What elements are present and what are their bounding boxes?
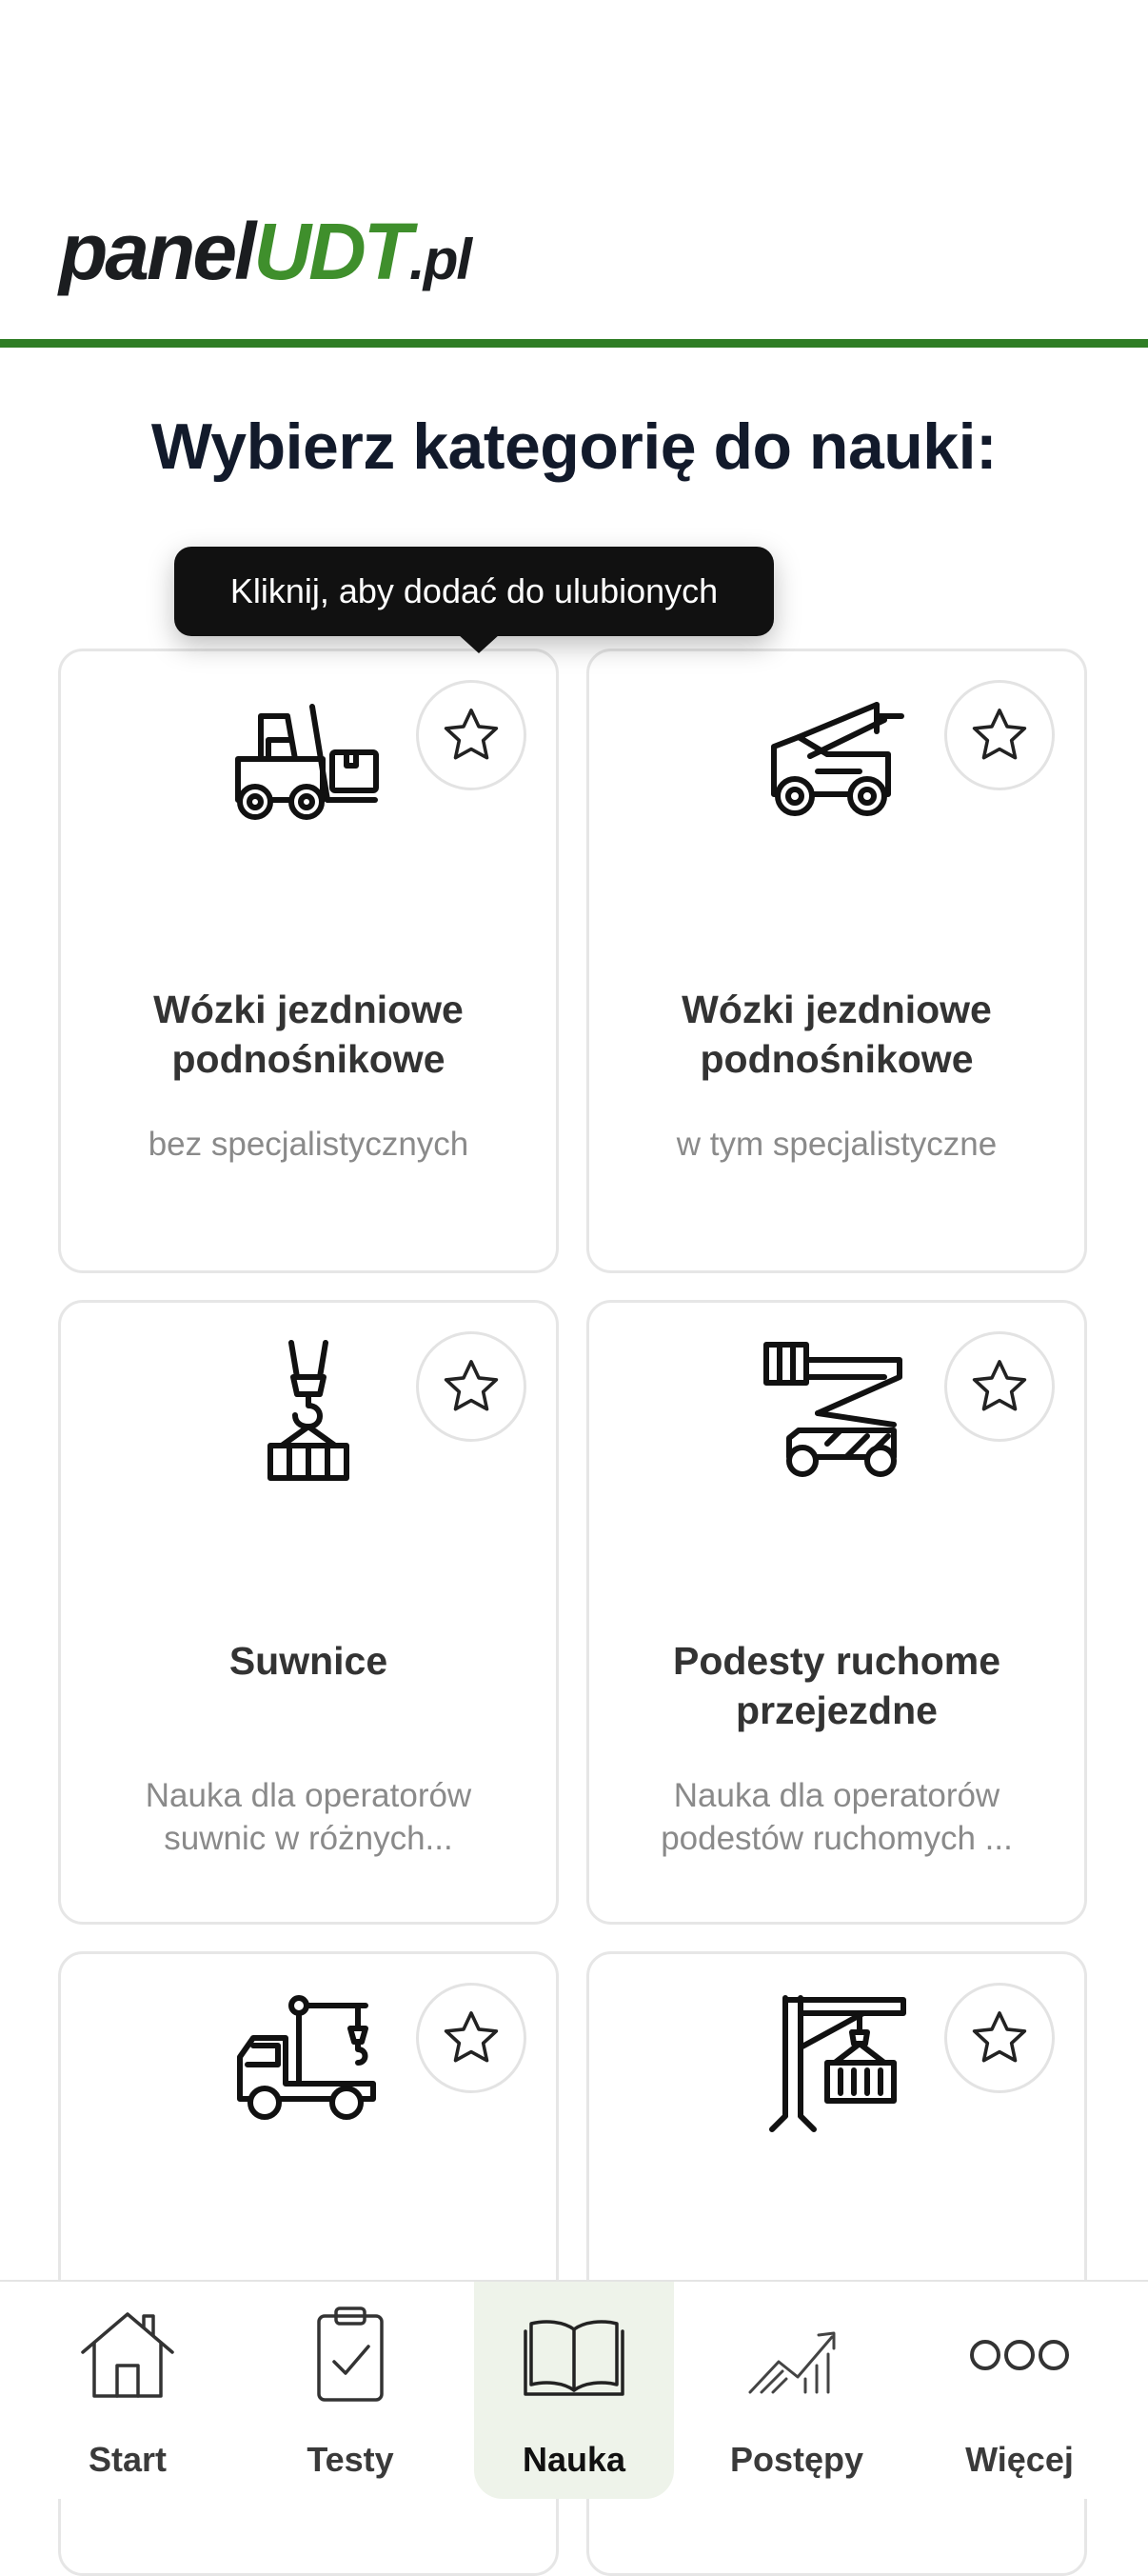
favorite-button[interactable] [944,1331,1055,1442]
card-subtitle: Nauka dla operatorów podestów ruchomych … [661,1777,1013,1857]
logo: panelUDT.pl [59,211,472,291]
tab-label: Postępy [729,2440,864,2479]
card-title: Wózki jezdniowe podnośnikowe [682,988,992,1081]
card-subtitle: Nauka dla operatorów suwnic w różnych... [145,1777,472,1857]
card-title: Suwnice [228,1639,388,1683]
favorite-button[interactable] [944,680,1055,790]
favorite-tooltip: Kliknij, aby dodać do ulubionych [174,547,774,653]
tab-label: Testy [307,2440,394,2479]
tab-label: Więcej [965,2440,1074,2479]
tab-label: Nauka [522,2440,626,2479]
jib-crane-icon [769,1995,906,2132]
book-icon [524,2320,624,2396]
star-icon [444,709,499,760]
star-icon [444,2011,499,2063]
card-subtitle: w tym specjalistyczne [676,1126,998,1163]
tab-postepy[interactable]: Postępy [697,2282,897,2499]
more-icon [970,2340,1069,2370]
star-icon [972,709,1027,760]
category-card-forklifts[interactable]: Wózki jezdniowe podnośnikowe bez specjal… [58,649,559,1273]
tab-nauka[interactable]: Nauka [474,2282,674,2499]
category-card-overhead-cranes[interactable]: Suwnice Nauka dla operatorów suwnic w ró… [58,1300,559,1925]
tab-testy[interactable]: Testy [250,2282,450,2499]
tab-wiecej[interactable]: Więcej [920,2282,1119,2499]
tab-start[interactable]: Start [28,2282,228,2499]
clipboard-check-icon [317,2306,384,2402]
logo-part1: panel [59,207,256,296]
logo-part2: UDT [253,207,412,296]
telehandler-icon [771,702,904,816]
app-header: panelUDT.pl [0,0,1148,348]
card-title: Podesty ruchome przejezdne [672,1639,1001,1732]
tab-label: Start [88,2440,168,2479]
star-icon [444,1360,499,1411]
favorite-button[interactable] [416,1983,526,2093]
crane-hook-icon [267,1340,349,1481]
aerial-platform-icon [763,1342,902,1477]
card-title: Wózki jezdniowe podnośnikowe [153,988,464,1081]
category-card-forklifts-specialist[interactable]: Wózki jezdniowe podnośnikowe w tym specj… [586,649,1087,1273]
forklift-icon [235,704,379,820]
star-icon [972,1360,1027,1411]
favorite-button[interactable] [944,1983,1055,2093]
logo-part3: .pl [409,228,472,291]
card-subtitle: bez specjalistycznych [148,1126,469,1163]
favorite-button[interactable] [416,1331,526,1442]
header-divider [0,339,1148,348]
home-icon [81,2312,174,2398]
chart-trend-icon [748,2331,836,2394]
favorite-button[interactable] [416,680,526,790]
bottom-tab-bar: Start Testy Nauka Postępy Więcej [0,2280,1148,2499]
category-card-aerial-platforms[interactable]: Podesty ruchome przejezdne Nauka dla ope… [586,1300,1087,1925]
star-icon [972,2011,1027,2063]
truck-crane-icon [237,1995,376,2120]
page-title: Wybierz kategorię do nauki: [150,410,998,483]
